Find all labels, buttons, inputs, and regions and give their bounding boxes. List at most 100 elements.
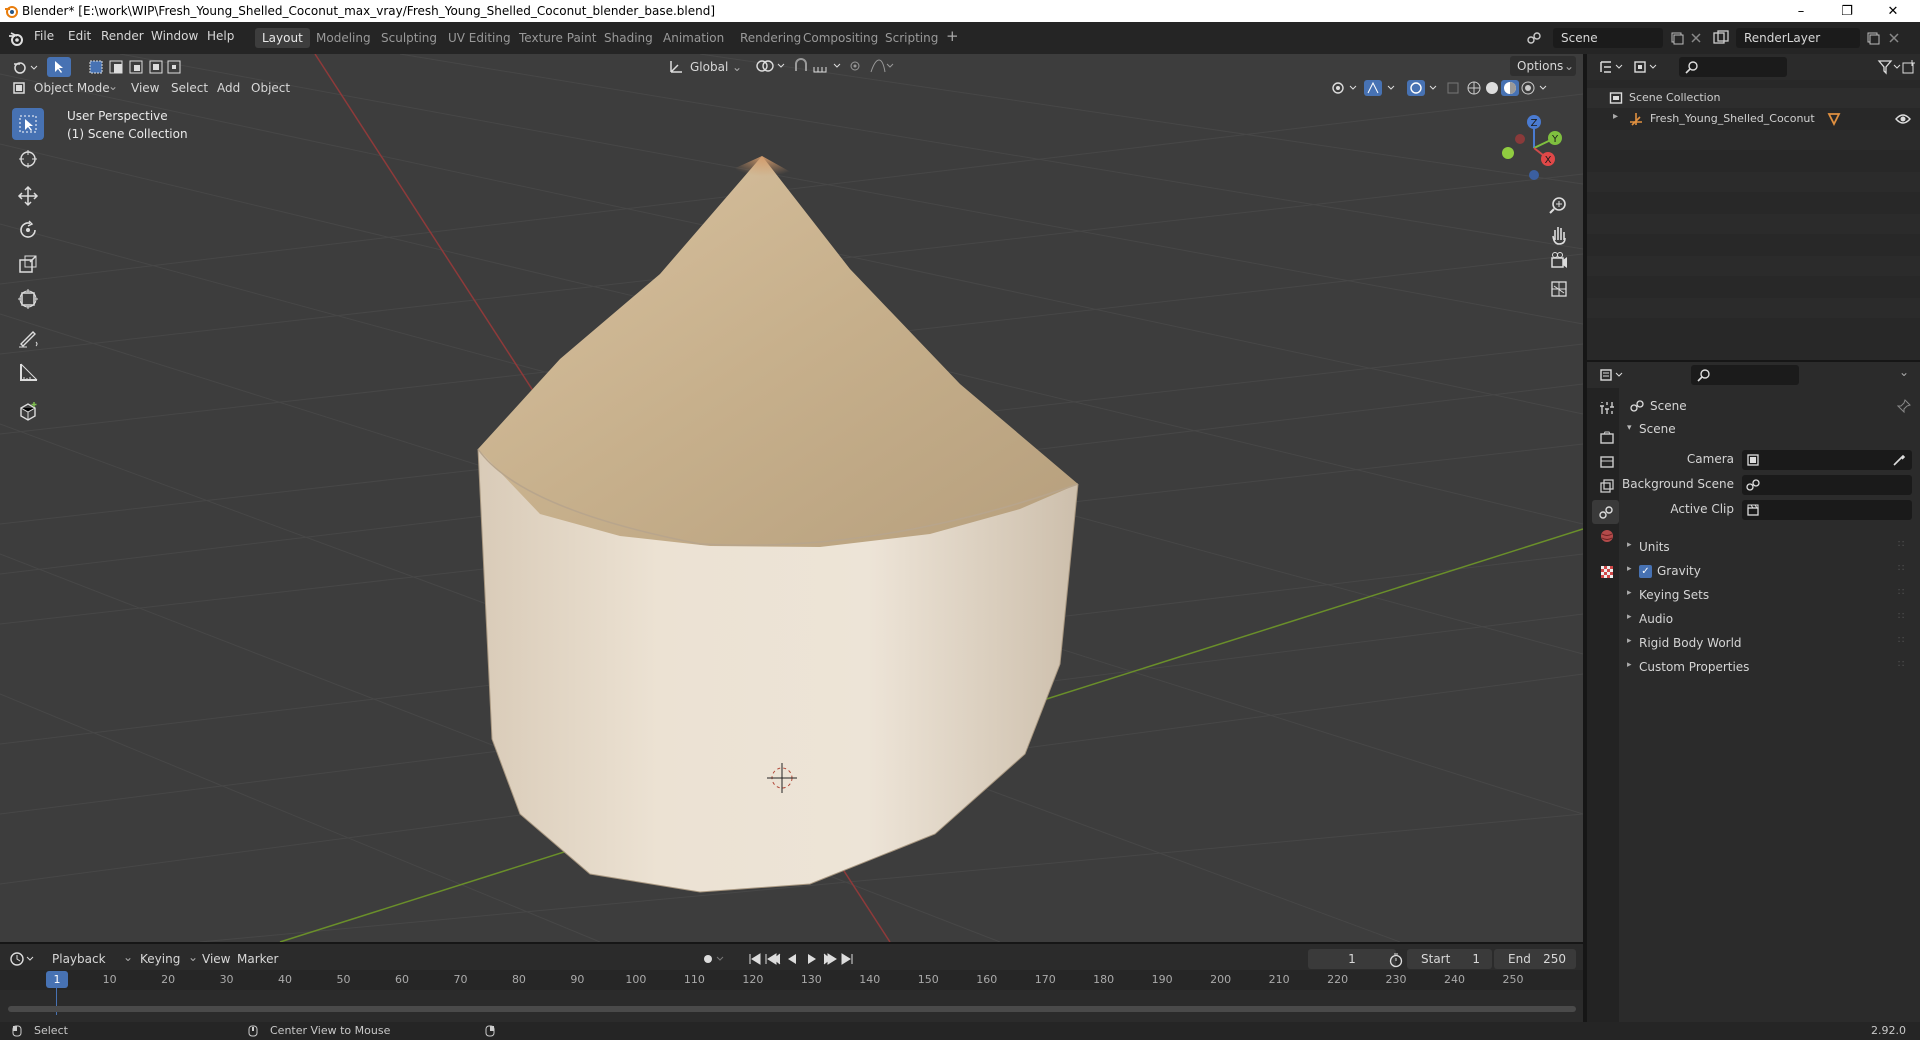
- timeline-menu-marker[interactable]: Marker: [237, 949, 278, 969]
- collapse-arrow-icon[interactable]: ▸: [1627, 660, 1632, 670]
- rotate-tool[interactable]: [12, 214, 44, 246]
- outliner-editor[interactable]: Scene Collection ▸ Fresh_Young_Shelled_C…: [1587, 54, 1920, 360]
- measure-tool[interactable]: [12, 356, 44, 388]
- menu-file[interactable]: File: [34, 29, 54, 43]
- modifier-icon[interactable]: [1827, 112, 1841, 126]
- add-workspace-button[interactable]: +: [946, 27, 959, 45]
- tab-world[interactable]: [1595, 524, 1619, 548]
- transform-tool[interactable]: [12, 283, 44, 315]
- viewport-menu-select[interactable]: Select: [171, 78, 208, 98]
- close-button[interactable]: ✕: [1870, 0, 1916, 22]
- tab-scene[interactable]: [1592, 500, 1619, 524]
- clock-icon[interactable]: [10, 951, 36, 967]
- subpanel-units[interactable]: ▸ Units ∷: [1620, 537, 1920, 559]
- coconut-mesh[interactable]: [477, 156, 1079, 893]
- tab-texture-paint[interactable]: Texture Paint: [512, 28, 603, 48]
- tab-output[interactable]: [1595, 450, 1619, 474]
- tab-texture[interactable]: [1595, 560, 1619, 584]
- eye-visibility-icon[interactable]: [1895, 113, 1911, 125]
- properties-editor[interactable]: ⌄ Scene ▾ Scene Camera Background Scene …: [1587, 362, 1920, 1022]
- 3d-viewport[interactable]: Global ⌄ Options ⌄ Object Mode ⌄ View Se…: [0, 54, 1583, 942]
- pin-icon[interactable]: [1897, 399, 1911, 413]
- remove-scene-icon[interactable]: [1690, 32, 1702, 44]
- minimize-button[interactable]: –: [1778, 0, 1824, 22]
- current-frame-field[interactable]: 1: [1308, 949, 1396, 969]
- menu-help[interactable]: Help: [207, 29, 234, 43]
- mode-dropdown[interactable]: Object Mode: [34, 78, 110, 98]
- tab-modeling[interactable]: Modeling: [309, 28, 378, 48]
- selection-mode-icons[interactable]: [88, 58, 184, 76]
- playback-controls[interactable]: [700, 951, 860, 967]
- drag-handle-icon[interactable]: ∷: [1898, 635, 1904, 646]
- blender-menu-icon[interactable]: [8, 31, 24, 46]
- outliner-row-scene-collection[interactable]: Scene Collection: [1587, 88, 1920, 108]
- subpanel-rigid-body-world[interactable]: ▸ Rigid Body World ∷: [1620, 633, 1920, 655]
- chevron-down-icon[interactable]: ⌄: [1899, 365, 1909, 379]
- scene-icon[interactable]: [1526, 30, 1542, 46]
- active-clip-field[interactable]: [1742, 500, 1912, 520]
- panel-expand-icon[interactable]: ▾: [1627, 423, 1632, 433]
- restore-button[interactable]: ❐: [1824, 0, 1870, 22]
- select-box-tool[interactable]: [12, 108, 44, 140]
- background-scene-field[interactable]: [1742, 475, 1912, 495]
- snap-icon[interactable]: [792, 57, 846, 75]
- view-layer-icon[interactable]: [1713, 30, 1731, 46]
- timeline-menu-playback[interactable]: Playback: [52, 949, 106, 969]
- scene-panel-title[interactable]: Scene: [1639, 422, 1676, 436]
- move-tool[interactable]: [12, 180, 44, 212]
- tab-compositing[interactable]: Compositing: [796, 28, 885, 48]
- eyedropper-icon[interactable]: [1892, 453, 1906, 467]
- new-scene-icon[interactable]: [1670, 31, 1684, 45]
- new-collection-icon[interactable]: [1901, 59, 1917, 75]
- stopwatch-icon[interactable]: [1388, 952, 1404, 968]
- start-frame-field[interactable]: Start 1: [1407, 949, 1492, 969]
- properties-editor-type-icon[interactable]: [1599, 367, 1625, 383]
- outliner-editor-type-icon[interactable]: [1599, 59, 1625, 75]
- annotate-tool[interactable]: [12, 322, 44, 354]
- collapse-arrow-icon[interactable]: ▸: [1627, 588, 1632, 598]
- menu-render[interactable]: Render: [101, 29, 144, 43]
- viewport-menu-add[interactable]: Add: [217, 78, 240, 98]
- new-view-layer-icon[interactable]: [1866, 31, 1880, 45]
- editor-type-icon[interactable]: [12, 58, 40, 76]
- timeline-editor[interactable]: Playback ⌄ Keying ⌄ View Marker 1 Start …: [0, 942, 1583, 1022]
- cursor-tool[interactable]: [12, 143, 44, 175]
- scene-selector[interactable]: Scene: [1553, 28, 1663, 48]
- tab-uv-editing[interactable]: UV Editing: [441, 28, 518, 48]
- viewport-display-icons[interactable]: [1330, 79, 1582, 97]
- scale-tool[interactable]: [12, 248, 44, 280]
- remove-view-layer-icon[interactable]: [1888, 32, 1900, 44]
- subpanel-custom-properties[interactable]: ▸ Custom Properties ∷: [1620, 657, 1920, 679]
- proportional-edit-icon[interactable]: [849, 57, 895, 75]
- filter-icon[interactable]: [1877, 59, 1903, 75]
- pivot-point-icon[interactable]: [754, 57, 788, 75]
- subpanel-keying-sets[interactable]: ▸ Keying Sets ∷: [1620, 585, 1920, 607]
- tab-tool[interactable]: [1595, 396, 1619, 420]
- tab-animation[interactable]: Animation: [656, 28, 731, 48]
- view-navigation-buttons[interactable]: [1548, 194, 1570, 324]
- tab-view-layer[interactable]: [1595, 474, 1619, 498]
- collapse-arrow-icon[interactable]: ▸: [1627, 636, 1632, 646]
- menu-window[interactable]: Window: [151, 29, 198, 43]
- options-dropdown[interactable]: Options: [1517, 56, 1563, 76]
- drag-handle-icon[interactable]: ∷: [1898, 587, 1904, 598]
- drag-handle-icon[interactable]: ∷: [1898, 539, 1904, 550]
- collapse-arrow-icon[interactable]: ▸: [1627, 540, 1632, 550]
- expand-arrow-icon[interactable]: ▸: [1613, 111, 1618, 122]
- tab-sculpting[interactable]: Sculpting: [374, 28, 444, 48]
- navigation-gizmo[interactable]: Z Y X: [1490, 110, 1570, 190]
- timeline-menu-view[interactable]: View: [202, 949, 230, 969]
- subpanel-audio[interactable]: ▸ Audio ∷: [1620, 609, 1920, 631]
- outliner-row-object[interactable]: ▸ Fresh_Young_Shelled_Coconut: [1587, 109, 1920, 129]
- viewport-menu-object[interactable]: Object: [251, 78, 290, 98]
- add-cube-tool[interactable]: [12, 395, 44, 427]
- timeline-menu-keying[interactable]: Keying: [140, 949, 180, 969]
- end-frame-field[interactable]: End 250: [1494, 949, 1576, 969]
- collapse-arrow-icon[interactable]: ▸: [1627, 612, 1632, 622]
- drag-handle-icon[interactable]: ∷: [1898, 611, 1904, 622]
- drag-handle-icon[interactable]: ∷: [1898, 563, 1904, 574]
- tab-render[interactable]: [1595, 426, 1619, 450]
- menu-edit[interactable]: Edit: [68, 29, 91, 43]
- tab-scripting[interactable]: Scripting: [878, 28, 945, 48]
- viewport-menu-view[interactable]: View: [131, 78, 159, 98]
